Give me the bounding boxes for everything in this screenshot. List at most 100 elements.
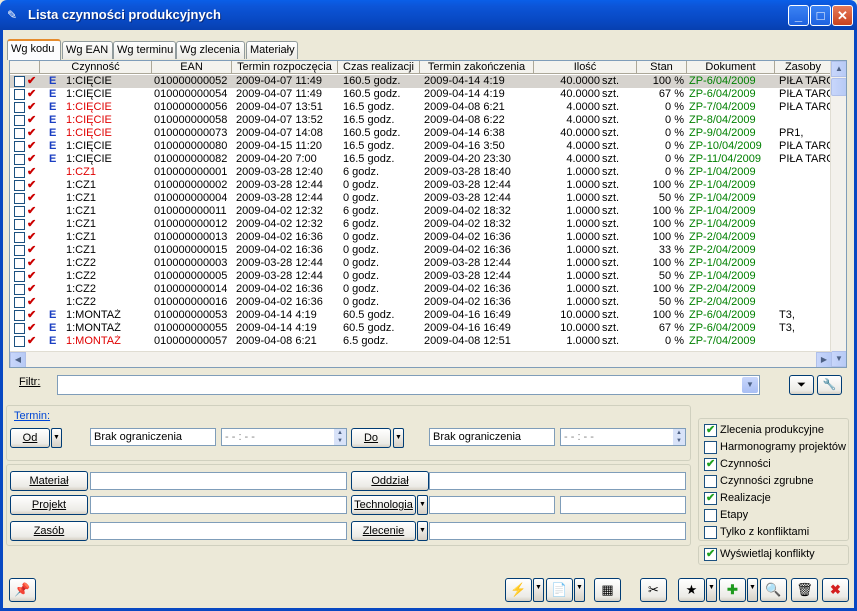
row-checkbox[interactable]: [14, 219, 25, 230]
do-date-input[interactable]: Brak ograniczenia: [429, 428, 555, 446]
technologia-dropdown[interactable]: ▼: [417, 495, 428, 515]
table-row[interactable]: ✔ 1:CZ1 010000000012 2009-04-02 12:32 6 godz…: [10, 218, 832, 231]
calendar-list-button[interactable]: ▦: [594, 578, 621, 602]
od-time-input[interactable]: - - : - - ▲ ▼: [221, 428, 347, 446]
row-checkbox[interactable]: [14, 154, 25, 165]
row-checkbox[interactable]: [14, 271, 25, 282]
table-row[interactable]: ✔ E 1:MONTAŻ 010000000057 2009-04-08 6:21 6.5…: [10, 335, 832, 348]
table-row[interactable]: ✔ 1:CZ1 010000000011 2009-04-02 12:32 6 godz…: [10, 205, 832, 218]
od-button[interactable]: Od: [10, 428, 50, 448]
document-check-button[interactable]: 📄: [546, 578, 573, 602]
do-time-input[interactable]: - - : - - ▲ ▼: [560, 428, 686, 446]
scroll-right-icon[interactable]: ▶: [816, 352, 832, 367]
row-checkbox[interactable]: [14, 336, 25, 347]
material-input[interactable]: [90, 472, 347, 490]
oddzial-input[interactable]: [429, 472, 686, 490]
tab-materialy[interactable]: Materiały: [246, 41, 298, 59]
row-checkbox[interactable]: [14, 310, 25, 321]
header-ean[interactable]: EAN: [152, 61, 232, 74]
header-czas[interactable]: Czas realizacji: [338, 61, 420, 74]
zasob-button[interactable]: Zasób: [10, 521, 88, 541]
row-checkbox[interactable]: [14, 206, 25, 217]
header-dokument[interactable]: Dokument: [687, 61, 775, 74]
zlecenie-dropdown[interactable]: ▼: [417, 521, 428, 541]
tab-wg-zlecenia[interactable]: Wg zlecenia: [176, 41, 245, 59]
close-window-button[interactable]: ✕: [832, 5, 853, 26]
tab-wg-ean[interactable]: Wg EAN: [62, 41, 113, 59]
row-checkbox[interactable]: [14, 258, 25, 269]
search-button[interactable]: 🔍: [760, 578, 787, 602]
document-star-button[interactable]: ★: [678, 578, 705, 602]
table-row[interactable]: ✔ E 1:CIĘCIE 010000000073 2009-04-07 14:08 16…: [10, 127, 832, 140]
horizontal-scrollbar[interactable]: ◀ ▶: [10, 351, 832, 367]
do-button[interactable]: Do: [351, 428, 391, 448]
row-checkbox[interactable]: [14, 76, 25, 87]
od-time-spinner[interactable]: ▲ ▼: [334, 429, 346, 445]
minimize-button[interactable]: _: [788, 5, 809, 26]
od-dropdown[interactable]: ▼: [51, 428, 62, 448]
scroll-down-icon[interactable]: ▼: [831, 351, 846, 367]
row-checkbox[interactable]: [14, 102, 25, 113]
table-row[interactable]: ✔ 1:CZ2 010000000014 2009-04-02 16:36 0 godz…: [10, 283, 832, 296]
add-button[interactable]: ✚: [719, 578, 746, 602]
pin-button[interactable]: 📌: [9, 578, 36, 602]
chevron-down-icon[interactable]: ▼: [742, 377, 758, 393]
row-checkbox[interactable]: [14, 232, 25, 243]
row-checkbox[interactable]: [14, 323, 25, 334]
table-row[interactable]: ✔ 1:CZ1 010000000015 2009-04-02 16:36 0 godz…: [10, 244, 832, 257]
activities-grid[interactable]: Czynność EAN Termin rozpoczęcia Czas rea…: [9, 60, 847, 368]
scroll-up-icon[interactable]: ▲: [831, 61, 846, 77]
technologia-input-1[interactable]: [429, 496, 555, 514]
table-row[interactable]: ✔ E 1:CIĘCIE 010000000056 2009-04-07 13:51 16…: [10, 101, 832, 114]
header-stan[interactable]: Stan: [637, 61, 687, 74]
row-checkbox[interactable]: [14, 141, 25, 152]
filter-button[interactable]: ⏷: [789, 375, 814, 395]
row-checkbox[interactable]: [14, 180, 25, 191]
scroll-left-icon[interactable]: ◀: [10, 352, 26, 367]
do-dropdown[interactable]: ▼: [393, 428, 404, 448]
header-zasoby[interactable]: Zasoby: [775, 61, 832, 74]
filter-combo[interactable]: ▼: [57, 375, 760, 395]
add-dropdown[interactable]: ▼: [747, 578, 758, 602]
header-start[interactable]: Termin rozpoczęcia: [232, 61, 338, 74]
header-ilosc[interactable]: Ilość: [534, 61, 637, 74]
technologia-input-2[interactable]: [560, 496, 686, 514]
projekt-button[interactable]: Projekt: [10, 495, 88, 515]
table-row[interactable]: ✔ 1:CZ1 010000000013 2009-04-02 16:36 0 godz…: [10, 231, 832, 244]
tab-wg-terminu[interactable]: Wg terminu: [113, 41, 176, 59]
table-row[interactable]: ✔ E 1:CIĘCIE 010000000080 2009-04-15 11:20 16…: [10, 140, 832, 153]
document-star-dropdown[interactable]: ▼: [706, 578, 717, 602]
filter-settings-button[interactable]: 🔧: [817, 375, 842, 395]
table-row[interactable]: ✔ 1:CZ1 010000000001 2009-03-28 12:40 6 godz…: [10, 166, 832, 179]
row-checkbox[interactable]: [14, 128, 25, 139]
table-row[interactable]: ✔ E 1:CIĘCIE 010000000052 2009-04-07 11:49 16…: [10, 75, 832, 88]
zasob-input[interactable]: [90, 522, 347, 540]
tab-wg-kodu[interactable]: Wg kodu: [7, 39, 61, 60]
cancel-button[interactable]: ✖: [822, 578, 849, 602]
zlecenie-input[interactable]: [429, 522, 686, 540]
row-checkbox[interactable]: [14, 284, 25, 295]
table-row[interactable]: ✔ 1:CZ1 010000000004 2009-03-28 12:44 0 godz…: [10, 192, 832, 205]
technologia-button[interactable]: Technologia: [351, 495, 416, 515]
vertical-scrollbar[interactable]: ▲ ▼: [830, 61, 846, 367]
header-koniec[interactable]: Termin zakończenia: [420, 61, 534, 74]
zlecenie-button[interactable]: Zlecenie: [351, 521, 416, 541]
table-row[interactable]: ✔ 1:CZ2 010000000003 2009-03-28 12:44 0 godz…: [10, 257, 832, 270]
projekt-input[interactable]: [90, 496, 347, 514]
row-checkbox[interactable]: [14, 115, 25, 126]
oddzial-button[interactable]: Oddział: [351, 471, 429, 491]
table-row[interactable]: ✔ 1:CZ2 010000000005 2009-03-28 12:44 0 godz…: [10, 270, 832, 283]
table-row[interactable]: ✔ E 1:CIĘCIE 010000000054 2009-04-07 11:49 16…: [10, 88, 832, 101]
table-row[interactable]: ✔ 1:CZ2 010000000016 2009-04-02 16:36 0 godz…: [10, 296, 832, 309]
table-row[interactable]: ✔ E 1:MONTAŻ 010000000055 2009-04-14 4:19 60.…: [10, 322, 832, 335]
lightning-button[interactable]: ⚡: [505, 578, 532, 602]
title-bar[interactable]: ✎ Lista czynności produkcyjnych _ □ ✕: [0, 0, 857, 30]
table-row[interactable]: ✔ E 1:CIĘCIE 010000000082 2009-04-20 7:00 16.…: [10, 153, 832, 166]
row-checkbox[interactable]: [14, 297, 25, 308]
do-time-spinner[interactable]: ▲ ▼: [673, 429, 685, 445]
table-row[interactable]: ✔ 1:CZ1 010000000002 2009-03-28 12:44 0 godz…: [10, 179, 832, 192]
delete-button[interactable]: 🗑: [791, 578, 818, 602]
header-czynnosc[interactable]: Czynność: [40, 61, 152, 74]
scissors-button[interactable]: ✂: [640, 578, 667, 602]
scroll-thumb[interactable]: [831, 78, 846, 96]
